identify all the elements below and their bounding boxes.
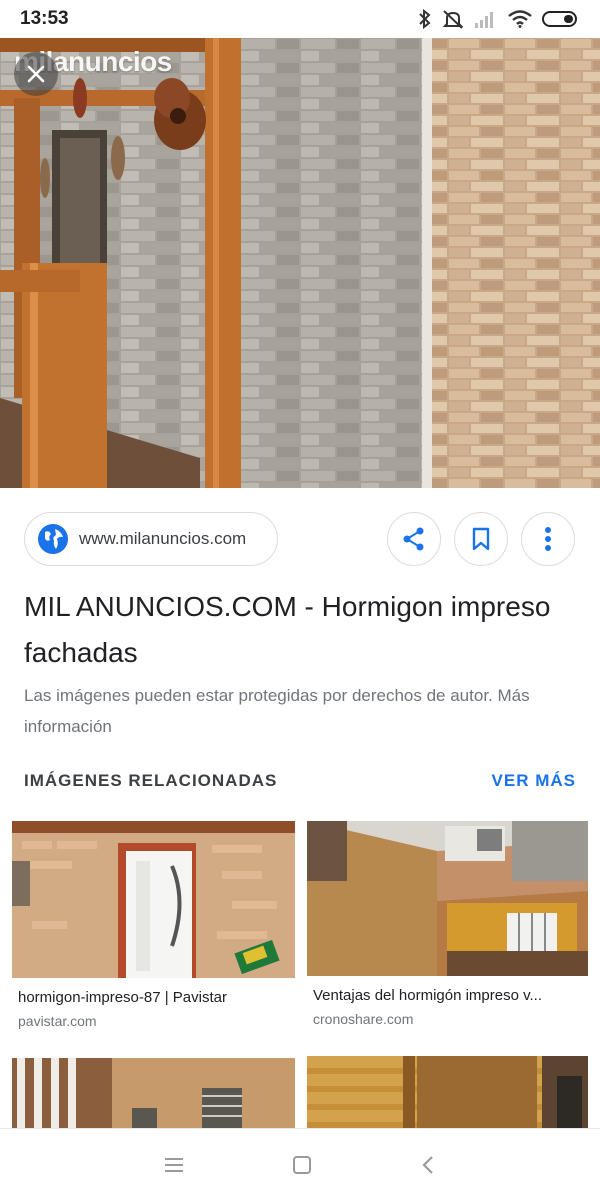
related-image-1-domain: pavistar.com <box>18 1013 97 1029</box>
system-nav-bar <box>0 1128 600 1200</box>
more-vert-icon <box>545 527 551 551</box>
signal-icon <box>475 12 493 28</box>
related-image-1-photo <box>12 821 295 978</box>
more-options-button[interactable] <box>521 512 575 566</box>
related-images-title: IMÁGENES RELACIONADAS <box>24 771 278 790</box>
related-image-2-caption[interactable]: Ventajas del hormigón impreso v... <box>313 987 585 1004</box>
related-image-4-photo <box>307 1056 588 1128</box>
related-image-1[interactable] <box>12 821 295 978</box>
related-image-2[interactable] <box>307 821 588 976</box>
related-images-header: IMÁGENES RELACIONADAS VER MÁS <box>24 768 576 794</box>
result-title[interactable]: MIL ANUNCIOS.COM - Hormigon impreso fach… <box>24 584 576 676</box>
related-image-3-photo <box>12 1058 295 1128</box>
menu-icon[interactable] <box>163 1156 185 1174</box>
close-icon <box>27 65 45 83</box>
globe-icon <box>38 524 68 554</box>
related-image-1-caption[interactable]: hormigon-impreso-87 | Pavistar <box>18 989 290 1006</box>
see-more-link[interactable]: VER MÁS <box>492 771 576 791</box>
wifi-icon <box>508 10 532 28</box>
related-image-2-domain: cronoshare.com <box>313 1011 414 1027</box>
status-time: 13:53 <box>20 8 69 29</box>
source-url: www.milanuncios.com <box>79 529 247 548</box>
save-button[interactable] <box>454 512 508 566</box>
bluetooth-icon <box>419 9 431 29</box>
battery-icon <box>542 11 577 27</box>
status-icons <box>418 9 580 29</box>
hero-image[interactable]: milanuncios <box>0 38 600 488</box>
mute-icon <box>442 10 464 29</box>
related-image-4[interactable] <box>307 1056 588 1128</box>
visit-source-button[interactable]: www.milanuncios.com <box>24 512 278 566</box>
share-button[interactable] <box>387 512 441 566</box>
back-icon[interactable] <box>419 1154 437 1176</box>
source-row: www.milanuncios.com <box>24 512 576 570</box>
bookmark-icon <box>472 527 490 551</box>
status-bar: 13:53 <box>0 0 600 38</box>
related-image-2-photo <box>307 821 588 976</box>
hero-photo <box>0 38 600 488</box>
share-icon <box>403 527 424 551</box>
related-image-3[interactable] <box>12 1058 295 1128</box>
close-button[interactable] <box>14 52 58 96</box>
copyright-notice[interactable]: Las imágenes pueden estar protegidas por… <box>24 680 584 742</box>
home-icon[interactable] <box>291 1154 313 1176</box>
